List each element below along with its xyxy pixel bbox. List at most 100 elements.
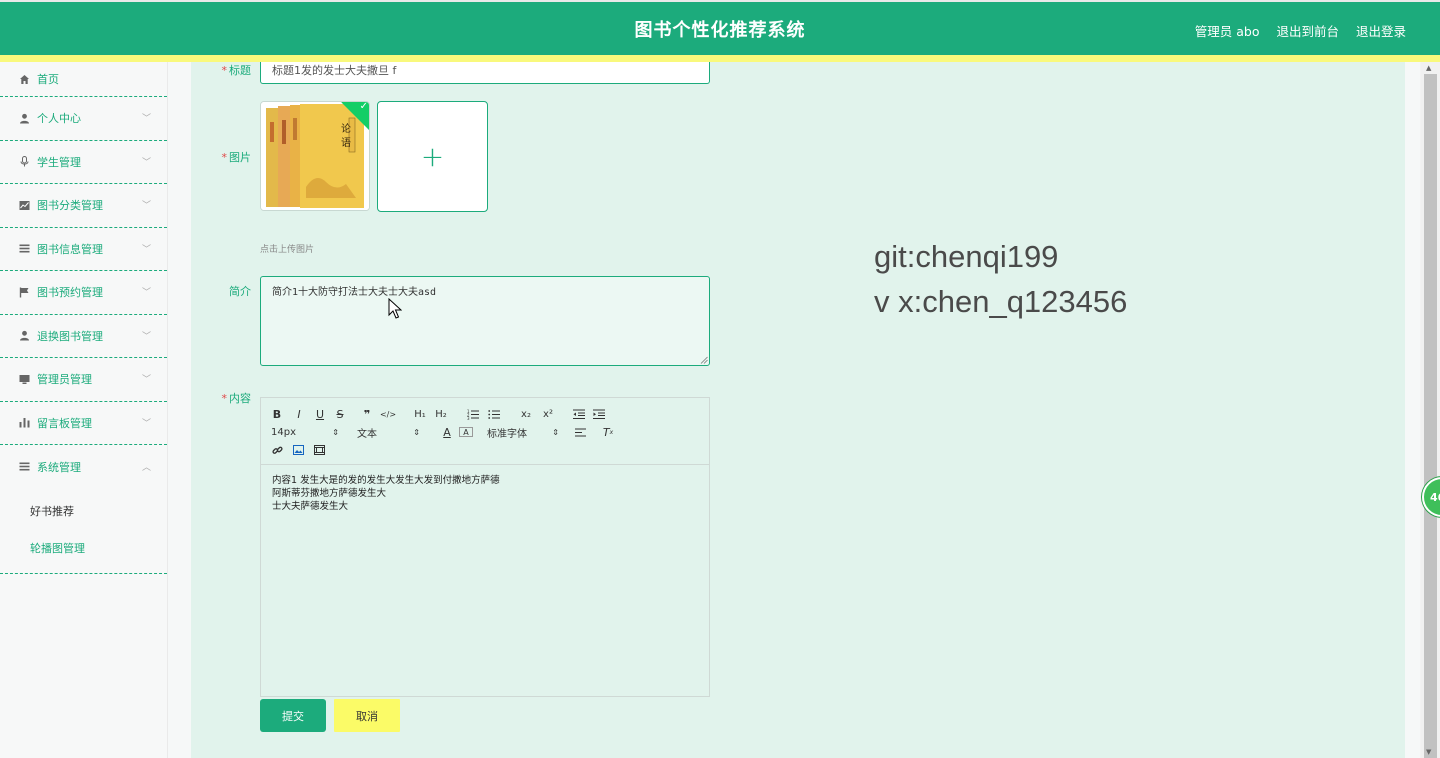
- svg-text:论: 论: [341, 122, 351, 135]
- subscript-icon[interactable]: x₂: [519, 406, 533, 422]
- admin-user-link[interactable]: 管理员 abo: [1195, 21, 1260, 40]
- sidebar-subitem-carousel[interactable]: 轮播图管理: [0, 530, 167, 567]
- mouse-cursor-icon: [388, 298, 402, 319]
- sidebar-item-label: 学生管理: [37, 155, 81, 169]
- home-icon: [18, 73, 30, 85]
- content-label: * 内容: [221, 392, 252, 405]
- sidebar-item-label: 图书信息管理: [37, 242, 103, 256]
- cancel-button[interactable]: 取消: [334, 699, 400, 732]
- chevron-down-icon: ﹀: [141, 418, 151, 429]
- resize-handle-icon[interactable]: [700, 356, 708, 364]
- chevron-down-icon: ﹀: [141, 375, 151, 386]
- background-color-icon[interactable]: A: [459, 427, 473, 437]
- content-line: 阿斯蒂芬撒地方萨德发生大: [272, 488, 387, 499]
- outdent-icon[interactable]: [572, 406, 586, 422]
- italic-icon[interactable]: I: [293, 406, 305, 422]
- chevron-down-icon: ﹀: [141, 114, 151, 125]
- title-label: * 标题: [221, 64, 252, 77]
- scroll-down-arrow-icon[interactable]: ▼: [1426, 748, 1431, 756]
- font-color-icon[interactable]: A: [440, 424, 454, 440]
- sidebar-item-book-category[interactable]: 图书分类管理 ﹀: [0, 184, 167, 228]
- bold-icon[interactable]: B: [271, 406, 283, 422]
- content-line: 士大夫萨德发生大: [272, 501, 349, 512]
- monitor-icon: [18, 373, 30, 385]
- sidebar-item-label: 图书预约管理: [37, 286, 103, 300]
- upload-add-button[interactable]: +: [377, 101, 488, 212]
- scrollbar-thumb[interactable]: [1424, 74, 1437, 758]
- bullet-list-icon[interactable]: [487, 406, 501, 422]
- indent-icon[interactable]: [592, 406, 606, 422]
- sidebar-subitem-recommend[interactable]: 好书推荐: [0, 493, 167, 530]
- chevron-down-icon: ﹀: [141, 288, 151, 299]
- plus-icon: +: [420, 139, 445, 173]
- select-arrows-icon: ⇕: [552, 427, 559, 437]
- font-size-select[interactable]: 14px ⇕: [271, 427, 339, 438]
- font-family-select[interactable]: 标准字体 ⇕: [487, 425, 559, 440]
- exit-to-front-link[interactable]: 退出到前台: [1276, 21, 1339, 40]
- chart-area-icon: [18, 199, 30, 211]
- toolbar-row-2: 14px ⇕ 文本 ⇕ A A 标准字体 ⇕ Tx: [271, 424, 615, 440]
- bar-chart-icon: [18, 417, 30, 429]
- sidebar-item-book-return[interactable]: 退换图书管理 ﹀: [0, 315, 167, 358]
- svg-text:语: 语: [341, 137, 351, 149]
- chevron-down-icon: ﹀: [141, 157, 151, 168]
- heading1-icon[interactable]: H₁: [413, 406, 427, 422]
- watermark-line: git:chenqi199: [874, 239, 1059, 274]
- chevron-down-icon: ﹀: [141, 244, 151, 255]
- clear-format-icon[interactable]: Tx: [601, 424, 615, 440]
- vertical-scrollbar[interactable]: ▲ ▼: [1421, 62, 1440, 758]
- sidebar-item-label: 退换图书管理: [37, 329, 103, 343]
- strikethrough-icon[interactable]: S: [334, 406, 346, 422]
- heading2-icon[interactable]: H₂: [434, 406, 448, 422]
- sidebar-item-admins[interactable]: 管理员管理 ﹀: [0, 358, 167, 402]
- align-icon[interactable]: [573, 424, 587, 440]
- sidebar-item-system[interactable]: 系统管理 ︿: [0, 445, 167, 489]
- chevron-down-icon: ﹀: [141, 201, 151, 212]
- check-icon: ✓: [359, 101, 368, 112]
- text-type-select[interactable]: 文本 ⇕: [357, 425, 420, 440]
- sidebar-item-profile[interactable]: 个人中心 ﹀: [0, 97, 167, 141]
- rich-text-editor: B I U S ❞ </> H₁ H₂ 123 x₂ x² 14px ⇕ 文本 …: [260, 397, 710, 697]
- chevron-up-icon: ︿: [141, 462, 151, 473]
- content-line: 内容1 发生大是的发的发生大发生大发到付撒地方萨德: [272, 475, 500, 486]
- watermark-line: v x:chen_q123456: [874, 284, 1128, 319]
- code-block-icon[interactable]: </>: [380, 406, 396, 422]
- intro-textarea[interactable]: 简介1十大防守打法士大夫士大夫asd: [260, 276, 710, 366]
- toolbar-row-1: B I U S ❞ </> H₁ H₂ 123 x₂ x²: [271, 406, 606, 422]
- ordered-list-icon[interactable]: 123: [466, 406, 480, 422]
- user-icon: [18, 112, 30, 124]
- menu-icon: [18, 461, 30, 473]
- image-icon[interactable]: [292, 442, 304, 458]
- blockquote-icon[interactable]: ❞: [361, 406, 373, 422]
- link-icon[interactable]: [271, 442, 283, 458]
- submit-button[interactable]: 提交: [260, 699, 326, 732]
- editor-content-area[interactable]: 内容1 发生大是的发的发生大发生大发到付撒地方萨德 阿斯蒂芬撒地方萨德发生大 士…: [261, 465, 709, 522]
- scroll-up-arrow-icon[interactable]: ▲: [1426, 64, 1431, 72]
- flag-icon: [18, 286, 30, 298]
- sidebar-item-label: 首页: [37, 73, 59, 86]
- underline-icon[interactable]: U: [314, 406, 326, 422]
- sidebar-item-book-info[interactable]: 图书信息管理 ﹀: [0, 228, 167, 271]
- uploaded-image-thumbnail[interactable]: 论 语 ✓: [260, 101, 370, 211]
- sidebar-item-home[interactable]: 首页: [0, 62, 167, 97]
- sidebar-item-book-reservation[interactable]: 图书预约管理 ﹀: [0, 271, 167, 315]
- image-label: * 图片: [221, 151, 252, 164]
- top-header: 图书个性化推荐系统 管理员 abo 退出到前台 退出登录: [0, 0, 1440, 55]
- toolbar-row-3: [271, 442, 325, 458]
- select-arrows-icon: ⇕: [332, 427, 339, 437]
- superscript-icon[interactable]: x²: [541, 406, 555, 422]
- chevron-down-icon: ﹀: [141, 331, 151, 342]
- svg-text:3: 3: [467, 416, 470, 420]
- title-input[interactable]: 标题1发的发士大夫撒旦 f: [260, 62, 710, 84]
- book-cover-image: 论 语: [261, 102, 369, 210]
- sidebar-item-label: 系统管理: [37, 460, 81, 474]
- video-icon[interactable]: [313, 442, 325, 458]
- editor-toolbar: B I U S ❞ </> H₁ H₂ 123 x₂ x² 14px ⇕ 文本 …: [261, 398, 709, 465]
- microphone-icon: [18, 156, 30, 168]
- sidebar-item-label: 图书分类管理: [37, 199, 103, 213]
- logout-link[interactable]: 退出登录: [1356, 21, 1406, 40]
- sidebar-item-messages[interactable]: 留言板管理 ﹀: [0, 402, 167, 445]
- select-arrows-icon: ⇕: [413, 427, 420, 437]
- sidebar-item-students[interactable]: 学生管理 ﹀: [0, 141, 167, 184]
- sidebar-item-label: 留言板管理: [37, 416, 92, 430]
